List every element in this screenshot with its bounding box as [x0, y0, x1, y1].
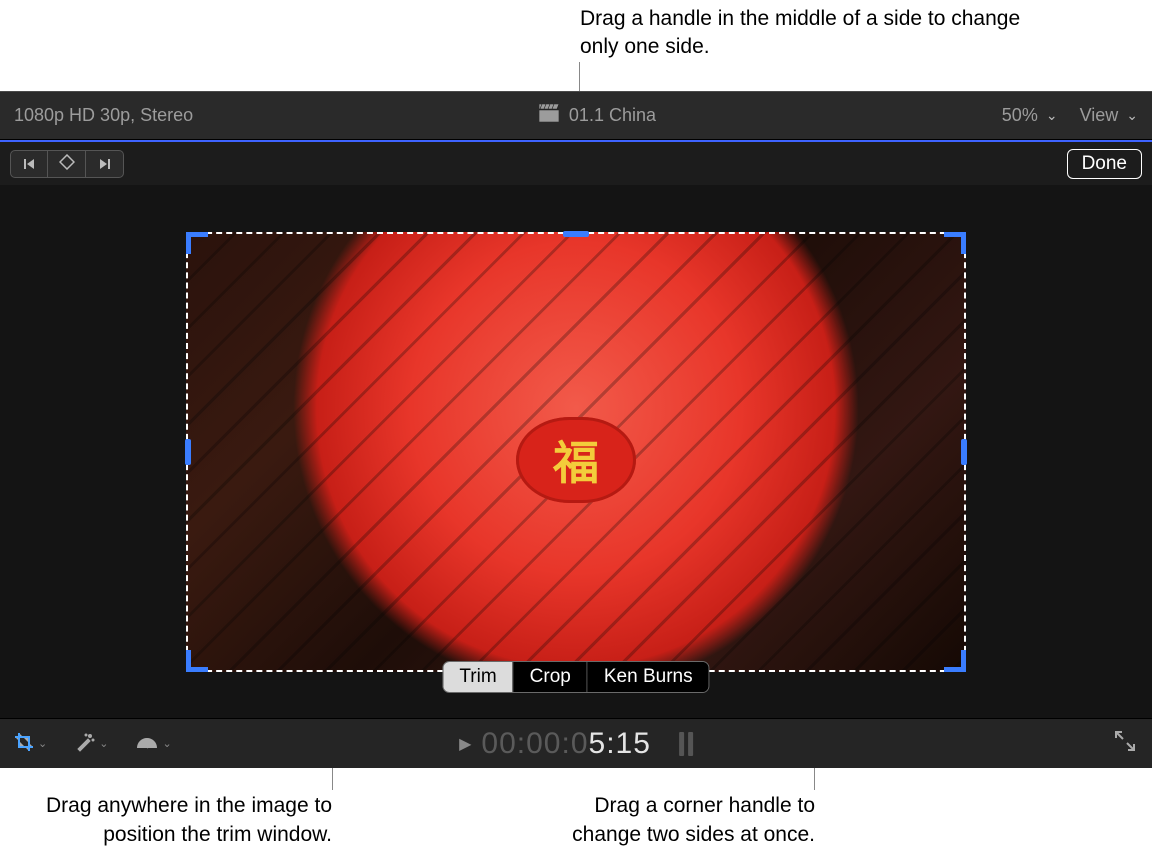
chevron-down-icon: ⌄ [1126, 107, 1138, 124]
clip-name-label: 01.1 China [569, 105, 656, 126]
keyframe-nav-group [10, 150, 124, 178]
chevron-down-icon: ⌄ [99, 737, 108, 750]
crop-handle-top-left[interactable] [186, 232, 208, 254]
viewer-window: 1080p HD 30p, Stereo 01.1 China 50% ⌄ Vi… [0, 91, 1152, 767]
viewer-bottom-bar: ⌄ ⌄ ⌄ ▶ 00:00:05:15 [0, 718, 1152, 768]
magic-wand-icon [75, 732, 95, 755]
viewer-titlebar: 1080p HD 30p, Stereo 01.1 China 50% ⌄ Vi… [0, 92, 1152, 140]
callout-bottom-left: Drag anywhere in the image to position t… [32, 792, 332, 849]
chevron-down-icon: ⌄ [1046, 107, 1058, 124]
viewer-area: 福 Trim Crop Ken Burns [0, 185, 1152, 718]
crop-handle-top-right[interactable] [944, 232, 966, 254]
transport-controls: ▶ 00:00:05:15 [459, 727, 693, 761]
view-dropdown[interactable]: View ⌄ [1080, 105, 1138, 126]
crop-handle-left[interactable] [185, 439, 191, 465]
fullscreen-button[interactable] [1114, 730, 1136, 757]
zoom-label: 50% [1002, 105, 1038, 126]
callout-top: Drag a handle in the middle of a side to… [580, 5, 1030, 62]
timecode-display[interactable]: 00:00:05:15 [481, 727, 650, 761]
view-label: View [1080, 105, 1119, 126]
done-button[interactable]: Done [1067, 149, 1142, 179]
crop-handle-bottom-right[interactable] [944, 650, 966, 672]
clapperboard-icon [539, 104, 559, 127]
play-button[interactable]: ▶ [459, 734, 471, 754]
crop-handle-bottom-left[interactable] [186, 650, 208, 672]
crop-icon [14, 732, 34, 755]
crop-handle-right[interactable] [961, 439, 967, 465]
timecode-bright: 5:15 [589, 727, 651, 760]
retime-tool[interactable]: ⌄ [136, 732, 171, 755]
chevron-down-icon: ⌄ [162, 737, 171, 750]
mode-trim-button[interactable]: Trim [443, 662, 512, 692]
next-keyframe-button[interactable] [86, 150, 124, 178]
timecode-dim: 00:00:0 [481, 727, 588, 760]
clip-image[interactable]: 福 Trim Crop Ken Burns [186, 232, 966, 672]
transform-crop-tool[interactable]: ⌄ [14, 732, 47, 755]
mode-kenburns-button[interactable]: Ken Burns [587, 662, 709, 692]
callout-bottom-right: Drag a corner handle to change two sides… [545, 792, 815, 849]
chevron-down-icon: ⌄ [38, 737, 47, 750]
mode-crop-button[interactable]: Crop [513, 662, 587, 692]
enhance-tool[interactable]: ⌄ [75, 732, 108, 755]
prev-keyframe-button[interactable] [10, 150, 48, 178]
zoom-dropdown[interactable]: 50% ⌄ [1002, 105, 1058, 126]
crop-mode-segmented-control: Trim Crop Ken Burns [442, 661, 709, 693]
format-label: 1080p HD 30p, Stereo [14, 105, 193, 126]
audio-meter-icon [679, 732, 693, 756]
crop-toolbar: Done [0, 140, 1152, 185]
crop-handle-top[interactable] [563, 231, 589, 237]
speedometer-icon [136, 732, 158, 755]
add-keyframe-button[interactable] [48, 150, 86, 178]
decorative-medallion: 福 [516, 417, 636, 503]
